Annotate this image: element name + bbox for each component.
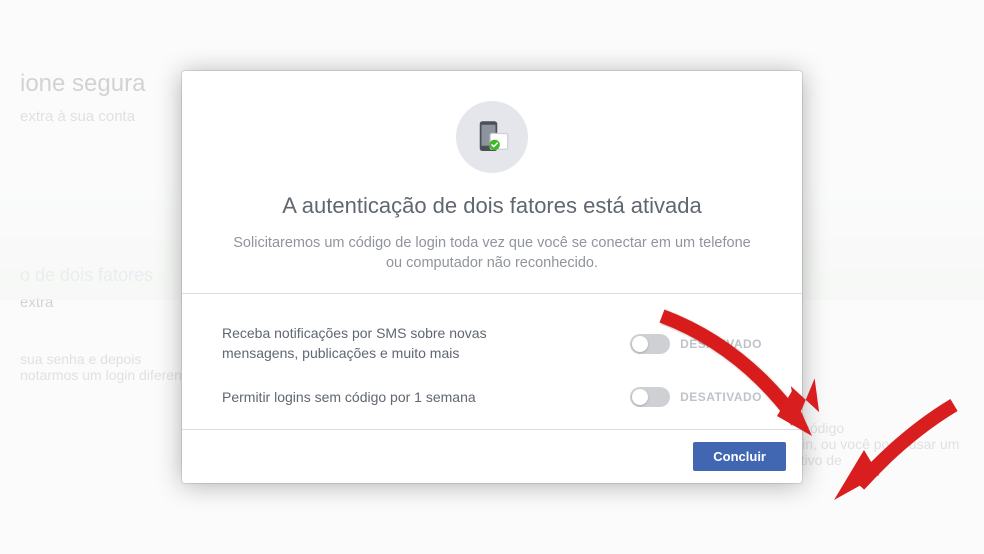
option-label: Permitir logins sem código por 1 semana xyxy=(222,388,476,408)
toggle-knob xyxy=(632,389,648,405)
toggle-wrap: DESATIVADO xyxy=(630,334,762,354)
toggle-knob xyxy=(632,336,648,352)
option-sms-notifications: Receba notificações por SMS sobre novas … xyxy=(222,312,762,375)
modal-description: Solicitaremos um código de login toda ve… xyxy=(222,233,762,274)
modal-body: A autenticação de dois fatores está ativ… xyxy=(182,71,802,294)
finish-button[interactable]: Concluir xyxy=(693,442,786,471)
modal-title: A autenticação de dois fatores está ativ… xyxy=(222,193,762,219)
devices-check-icon xyxy=(456,101,528,173)
two-factor-modal: A autenticação de dois fatores está ativ… xyxy=(182,71,802,484)
toggle-sms-notifications[interactable] xyxy=(630,334,670,354)
toggle-wrap: DESATIVADO xyxy=(630,387,762,407)
modal-overlay: A autenticação de dois fatores está ativ… xyxy=(0,0,984,554)
toggle-allow-logins-week[interactable] xyxy=(630,387,670,407)
modal-footer: Concluir xyxy=(182,429,802,483)
toggle-state-label: DESATIVADO xyxy=(680,337,762,351)
toggle-state-label: DESATIVADO xyxy=(680,390,762,404)
option-allow-logins-week: Permitir logins sem código por 1 semana … xyxy=(222,375,762,419)
option-label: Receba notificações por SMS sobre novas … xyxy=(222,324,552,363)
modal-options: Receba notificações por SMS sobre novas … xyxy=(182,294,802,429)
